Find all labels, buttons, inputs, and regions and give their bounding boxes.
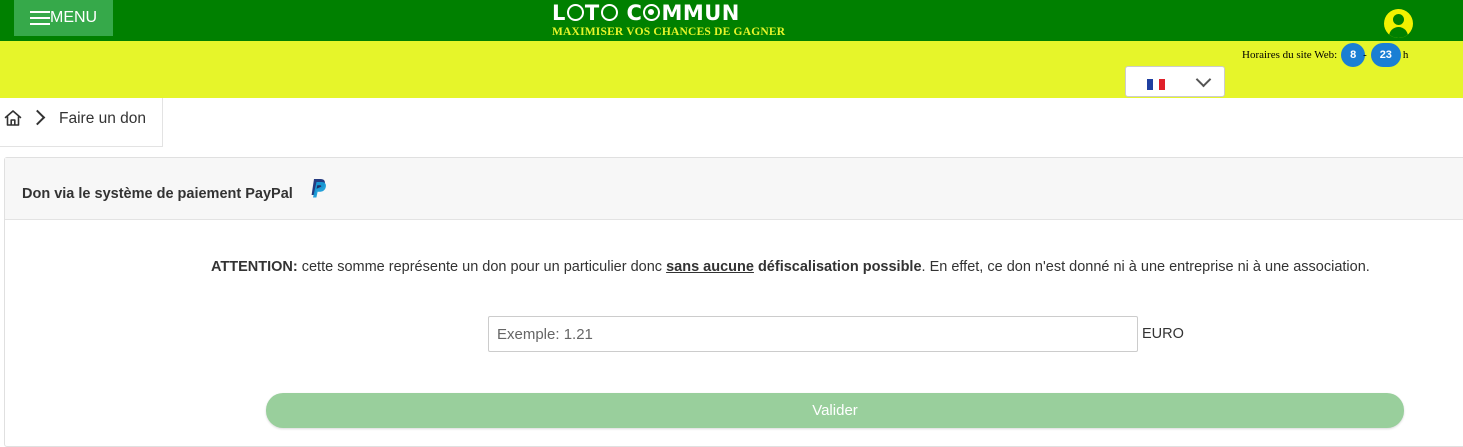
hours-end-badge: 23 — [1370, 43, 1401, 67]
warning-text-part-2: . En effet, ce don n'est donné ni à une … — [921, 259, 1370, 275]
logo-target-icon — [643, 4, 661, 21]
currency-label: EURO — [1142, 326, 1184, 342]
top-header: MENU LT C MMUN MAXIMISER VOS CHANCES DE G… — [0, 0, 1463, 41]
site-brand[interactable]: LT C MMUN MAXIMISER VOS CHANCES DE GAGNER — [552, 0, 872, 38]
donation-warning: ATTENTION: cette somme représente un don… — [211, 259, 1463, 275]
menu-button[interactable]: MENU — [14, 0, 113, 36]
home-icon[interactable] — [4, 109, 22, 127]
logo-circle-icon — [566, 4, 584, 21]
language-select[interactable] — [1125, 66, 1225, 97]
site-hours: Horaires du site Web: 8 - 23 h — [1242, 43, 1408, 67]
chevron-right-icon — [29, 109, 46, 126]
chevron-down-icon — [1195, 71, 1212, 88]
card-header: Don via le système de paiement PayPal — [5, 158, 1463, 220]
card-title: Don via le système de paiement PayPal — [22, 186, 293, 202]
menu-button-label: MENU — [50, 9, 98, 26]
breadcrumb: Faire un don — [0, 98, 163, 147]
warning-emphasis-underlined: sans aucune — [666, 259, 754, 275]
site-hours-label: Horaires du site Web: — [1242, 49, 1338, 61]
paypal-icon — [311, 179, 326, 198]
breadcrumb-current: Faire un don — [59, 110, 147, 127]
logo-circle-icon — [600, 4, 618, 21]
donation-amount-input[interactable] — [488, 316, 1138, 352]
hamburger-icon — [30, 11, 50, 25]
sub-header: Horaires du site Web: 8 - 23 h — [0, 41, 1463, 98]
french-flag-icon — [1147, 79, 1165, 90]
warning-emphasis: défiscalisation possible — [753, 259, 922, 275]
warning-label: ATTENTION: — [211, 259, 298, 275]
donation-card: Don via le système de paiement PayPal AT… — [4, 157, 1463, 447]
user-account-icon[interactable] — [1384, 9, 1413, 38]
hours-unit: h — [1402, 49, 1409, 61]
hours-separator: - — [1363, 49, 1367, 61]
validate-button[interactable]: Valider — [266, 393, 1404, 428]
site-tagline: MAXIMISER VOS CHANCES DE GAGNER — [552, 26, 786, 38]
hours-start-badge: 8 — [1341, 43, 1366, 67]
site-title: LT C MMUN — [552, 1, 740, 25]
warning-text-part-1: cette somme représente un don pour un pa… — [297, 259, 667, 275]
